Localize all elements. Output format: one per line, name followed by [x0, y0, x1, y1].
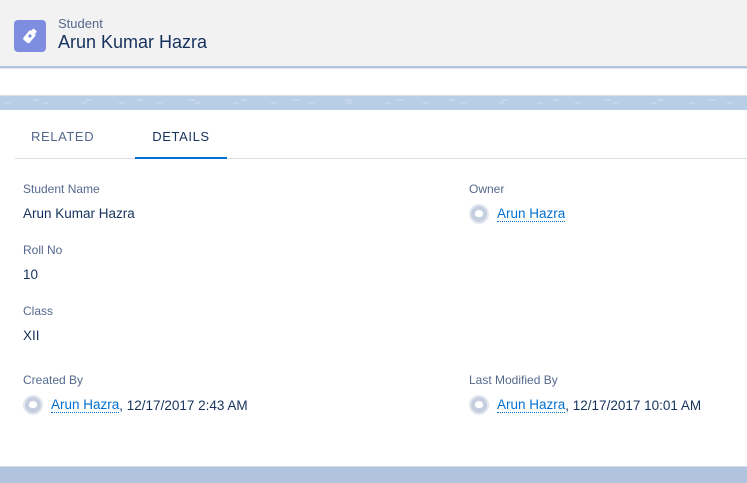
- object-label: Student: [58, 16, 103, 31]
- page-background: [0, 467, 747, 483]
- bottle-icon: [14, 20, 46, 52]
- record-title: Arun Kumar Hazra: [58, 32, 208, 52]
- avatar: [23, 395, 43, 415]
- tab-details[interactable]: DETAILS: [135, 124, 227, 159]
- created-by-label: Created By: [23, 373, 84, 387]
- tab-bar: RELATED DETAILS: [15, 124, 747, 159]
- record-detail-card: RELATED DETAILS Student Name Arun Kumar …: [0, 110, 747, 467]
- owner-link[interactable]: Arun Hazra: [497, 206, 566, 222]
- last-modified-by-link[interactable]: Arun Hazra: [497, 397, 566, 413]
- roll-no-label: Roll No: [23, 243, 63, 257]
- created-by-timestamp: , 12/17/2017 2:43 AM: [119, 397, 248, 413]
- last-modified-by-timestamp: , 12/17/2017 10:01 AM: [565, 397, 702, 413]
- roll-no-value: 10: [23, 267, 39, 282]
- avatar: [469, 204, 489, 224]
- tab-related[interactable]: RELATED: [31, 124, 94, 159]
- record-header: Student Arun Kumar Hazra: [0, 0, 747, 66]
- class-value: XII: [23, 328, 40, 343]
- last-modified-by-label: Last Modified By: [469, 373, 558, 387]
- highlights-bar: [0, 68, 747, 96]
- owner-label: Owner: [469, 182, 505, 196]
- owner-value: Arun Hazra: [469, 204, 566, 224]
- student-name-label: Student Name: [23, 182, 100, 196]
- avatar: [469, 395, 489, 415]
- created-by-value: Arun Hazra , 12/17/2017 2:43 AM: [23, 395, 248, 415]
- last-modified-by-value: Arun Hazra , 12/17/2017 10:01 AM: [469, 395, 701, 415]
- student-name-value: Arun Kumar Hazra: [23, 206, 135, 221]
- class-label: Class: [23, 304, 54, 318]
- created-by-link[interactable]: Arun Hazra: [51, 397, 120, 413]
- decorative-band: [0, 96, 747, 110]
